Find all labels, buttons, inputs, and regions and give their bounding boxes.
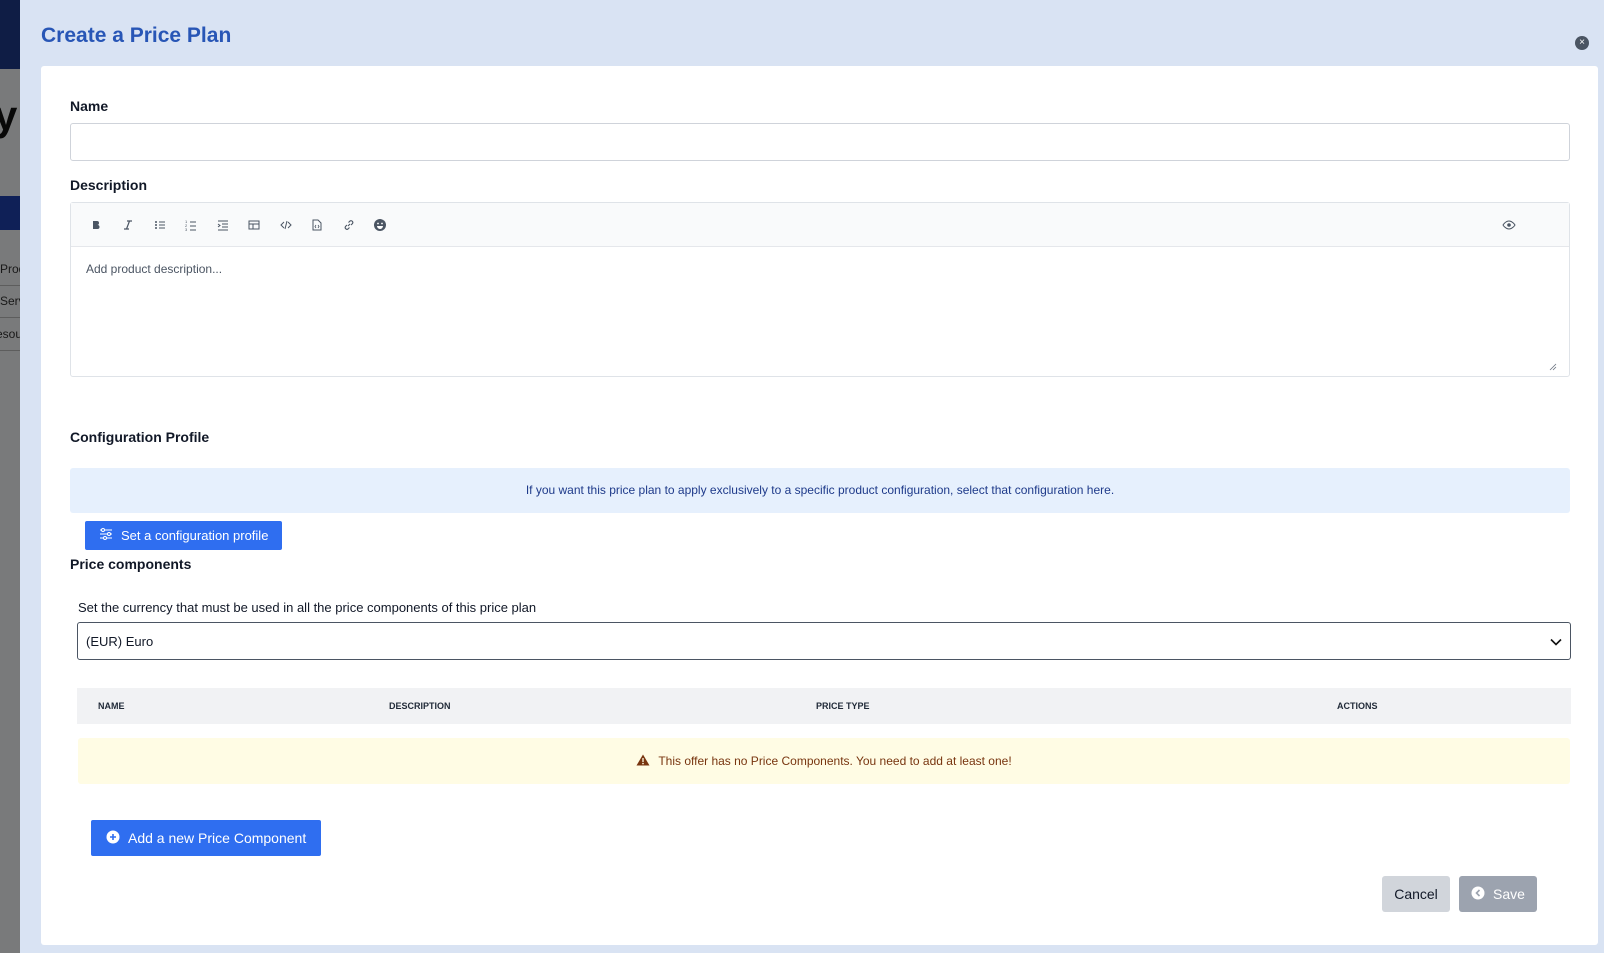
description-placeholder: Add product description... xyxy=(86,262,223,276)
editor-toolbar: 123 xyxy=(71,203,1569,247)
currency-hint: Set the currency that must be used in al… xyxy=(78,600,537,615)
description-editor: 123 Add product description... xyxy=(70,202,1570,377)
description-label: Description xyxy=(70,177,148,193)
warning-text: This offer has no Price Components. You … xyxy=(658,754,1012,768)
configuration-info-box: If you want this price plan to apply exc… xyxy=(70,468,1570,513)
code-block-icon[interactable] xyxy=(306,214,328,236)
no-components-warning: This offer has no Price Components. You … xyxy=(78,738,1570,784)
eye-icon[interactable] xyxy=(1498,214,1520,236)
italic-icon[interactable] xyxy=(117,214,139,236)
save-button[interactable]: Save xyxy=(1459,876,1537,912)
emoji-icon[interactable] xyxy=(369,214,391,236)
close-icon[interactable]: × xyxy=(1575,36,1589,50)
svg-text:3: 3 xyxy=(185,227,188,231)
price-plan-modal: Create a Price Plan × Name Description 1… xyxy=(20,0,1604,953)
price-components-label: Price components xyxy=(70,556,192,572)
sliders-icon xyxy=(99,528,113,543)
plus-circle-icon xyxy=(106,830,120,847)
set-configuration-profile-label: Set a configuration profile xyxy=(121,528,269,543)
code-icon[interactable] xyxy=(275,214,297,236)
price-components-table-header: NAME DESCRIPTION PRICE TYPE ACTIONS xyxy=(77,688,1571,724)
numbered-list-icon[interactable]: 123 xyxy=(180,214,202,236)
currency-select-value: (EUR) Euro xyxy=(86,634,154,649)
column-header-actions: ACTIONS xyxy=(1337,701,1378,711)
table-icon[interactable] xyxy=(243,214,265,236)
save-label: Save xyxy=(1493,886,1525,902)
modal-body: Name Description 123 Add product descrip… xyxy=(41,66,1598,945)
modal-title: Create a Price Plan xyxy=(41,24,232,47)
save-icon xyxy=(1471,886,1485,903)
description-textarea[interactable]: Add product description... xyxy=(71,247,1569,377)
bold-icon[interactable] xyxy=(85,214,107,236)
configuration-profile-label: Configuration Profile xyxy=(70,429,210,445)
link-icon[interactable] xyxy=(338,214,360,236)
currency-select[interactable]: (EUR) Euro xyxy=(77,622,1571,660)
add-price-component-label: Add a new Price Component xyxy=(128,830,307,846)
warning-icon xyxy=(636,754,650,769)
cancel-button[interactable]: Cancel xyxy=(1382,876,1450,912)
set-configuration-profile-button[interactable]: Set a configuration profile xyxy=(85,521,283,550)
resize-handle-icon[interactable] xyxy=(1549,363,1557,371)
column-header-description: DESCRIPTION xyxy=(389,701,451,711)
add-price-component-button[interactable]: Add a new Price Component xyxy=(91,820,322,856)
bulleted-list-icon[interactable] xyxy=(149,214,171,236)
name-label: Name xyxy=(70,98,109,114)
column-header-name: NAME xyxy=(98,701,125,711)
column-header-price-type: PRICE TYPE xyxy=(816,701,870,711)
chevron-down-icon xyxy=(1550,623,1562,661)
name-input[interactable] xyxy=(70,123,1570,161)
indent-icon[interactable] xyxy=(212,214,234,236)
